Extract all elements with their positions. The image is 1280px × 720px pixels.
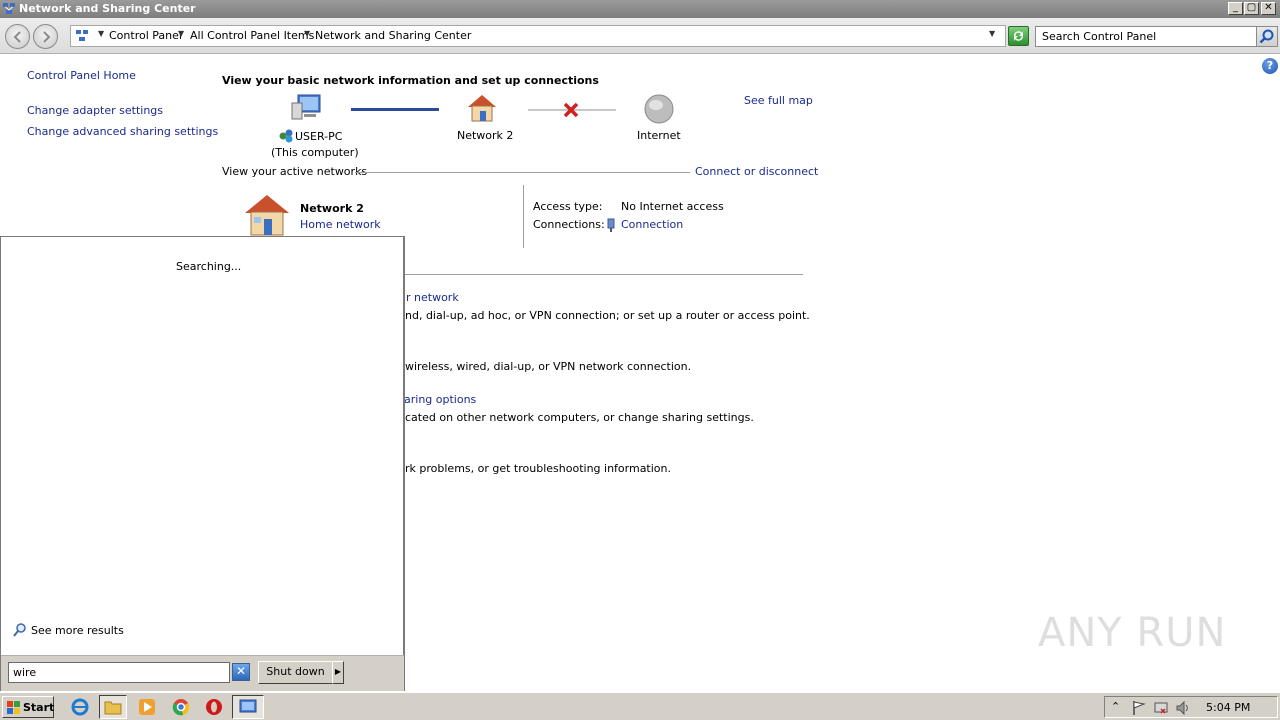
- show-hidden-icons-icon[interactable]: ⌃: [1111, 700, 1120, 713]
- vertical-divider: [523, 185, 524, 248]
- chrome-icon[interactable]: [171, 697, 191, 717]
- back-arrow-icon: [13, 31, 21, 43]
- change-adapter-settings-link[interactable]: Change adapter settings: [27, 104, 163, 117]
- troubleshoot-desc: rk problems, or get troubleshooting info…: [405, 462, 672, 475]
- refresh-icon: [1013, 31, 1024, 41]
- volume-icon[interactable]: [1175, 700, 1191, 716]
- ethernet-connection-icon: [607, 218, 615, 232]
- home-network-icon: [468, 95, 496, 122]
- control-panel-home-link[interactable]: Control Panel Home: [27, 69, 136, 82]
- section-divider: [355, 172, 690, 173]
- internet-explorer-icon[interactable]: [70, 697, 90, 717]
- network-tray-icon[interactable]: [1153, 700, 1169, 716]
- network-center-task-button[interactable]: [232, 695, 264, 719]
- address-box[interactable]: ▼ Control Panel ▼ All Control Panel Item…: [70, 25, 1006, 47]
- start-menu-footer: wire ✕ Shut down ▶: [1, 655, 404, 691]
- minimize-button[interactable]: _: [1228, 2, 1243, 15]
- shutdown-options-button[interactable]: ▶: [332, 661, 344, 684]
- address-bar: ▼ Control Panel ▼ All Control Panel Item…: [0, 18, 1280, 54]
- search-button[interactable]: [1256, 26, 1278, 47]
- start-menu: Searching... See more results wire ✕ Shu…: [0, 236, 405, 691]
- explorer-task-button[interactable]: [99, 695, 127, 719]
- computer-icon: [291, 94, 321, 120]
- restore-button[interactable]: ▢: [1244, 2, 1259, 15]
- search-input[interactable]: Search Control Panel: [1035, 26, 1257, 47]
- no-connection-x-icon: [563, 102, 579, 118]
- breadcrumb-control-panel[interactable]: Control Panel: [109, 29, 182, 42]
- access-type-label: Access type:: [533, 200, 603, 213]
- homegroup-icon: [279, 129, 293, 143]
- action-center-flag-icon[interactable]: [1131, 700, 1147, 716]
- active-network-name: Network 2: [300, 202, 364, 215]
- computer-label: USER-PC: [295, 130, 343, 143]
- shutdown-button[interactable]: Shut down: [258, 661, 333, 684]
- home-network-large-icon: [245, 195, 289, 236]
- internet-globe-icon: [644, 94, 674, 124]
- internet-label: Internet: [637, 129, 681, 142]
- window-title: Network and Sharing Center: [19, 2, 196, 15]
- close-button[interactable]: ✕: [1261, 2, 1276, 15]
- magnifier-icon: [13, 623, 26, 637]
- search-icon: [1259, 29, 1274, 44]
- network-label: Network 2: [457, 129, 514, 142]
- computer-note: (This computer): [271, 146, 359, 159]
- access-type-value: No Internet access: [621, 200, 724, 213]
- title-bar: Network and Sharing Center _ ▢ ✕: [0, 0, 1280, 18]
- change-advanced-sharing-link[interactable]: Change advanced sharing settings: [27, 125, 218, 138]
- setup-connection-link[interactable]: r network: [406, 291, 459, 304]
- media-player-icon[interactable]: [137, 697, 157, 717]
- clear-search-button[interactable]: ✕: [232, 663, 250, 681]
- breadcrumb-chevron-icon[interactable]: ▼: [304, 29, 310, 38]
- breadcrumb-chevron-icon[interactable]: ▼: [178, 29, 184, 38]
- network-center-icon: [239, 699, 257, 713]
- start-button[interactable]: Start: [2, 696, 54, 718]
- taskbar: Start ⌃ 5:04 PM: [0, 692, 1280, 720]
- start-label: Start: [23, 701, 55, 714]
- breadcrumb-network-center[interactable]: Network and Sharing Center: [315, 29, 471, 42]
- control-panel-icon: [76, 30, 88, 41]
- page-heading: View your basic network information and …: [222, 74, 599, 87]
- breadcrumb-all-items[interactable]: All Control Panel Items: [190, 29, 314, 42]
- map-connection-line: [351, 108, 439, 111]
- see-more-results-link[interactable]: See more results: [31, 624, 124, 637]
- refresh-button[interactable]: [1008, 26, 1029, 46]
- help-icon[interactable]: ?: [1262, 58, 1278, 74]
- homegroup-sharing-link[interactable]: aring options: [404, 393, 476, 406]
- clock[interactable]: 5:04 PM: [1206, 701, 1250, 714]
- windows-logo-icon: [7, 701, 20, 714]
- forward-arrow-icon: [43, 31, 51, 43]
- see-full-map-link[interactable]: See full map: [744, 94, 813, 107]
- system-tray: ⌃: [1104, 696, 1278, 718]
- connect-disconnect-link[interactable]: Connect or disconnect: [695, 165, 818, 178]
- home-network-link[interactable]: Home network: [300, 218, 381, 231]
- setup-connection-desc: nd, dial-up, ad hoc, or VPN connection; …: [405, 309, 810, 322]
- breadcrumb-chevron-icon[interactable]: ▼: [98, 29, 104, 38]
- opera-icon[interactable]: [204, 697, 224, 717]
- back-button[interactable]: [5, 24, 30, 49]
- searching-status: Searching...: [176, 260, 242, 273]
- search-results-pane: Searching... See more results: [6, 242, 402, 654]
- connection-link[interactable]: Connection: [621, 218, 683, 231]
- connections-label: Connections:: [533, 218, 605, 231]
- connect-network-desc: wireless, wired, dial-up, or VPN network…: [405, 360, 692, 373]
- network-app-icon: [3, 3, 15, 14]
- folder-icon: [104, 701, 122, 715]
- address-dropdown-icon[interactable]: ▼: [989, 29, 995, 38]
- homegroup-sharing-desc: cated on other network computers, or cha…: [405, 411, 754, 424]
- active-networks-label: View your active networks: [222, 165, 368, 178]
- start-search-input[interactable]: wire: [8, 662, 230, 683]
- anyrun-watermark: ANY RUN: [1038, 610, 1227, 656]
- forward-button[interactable]: [33, 24, 58, 49]
